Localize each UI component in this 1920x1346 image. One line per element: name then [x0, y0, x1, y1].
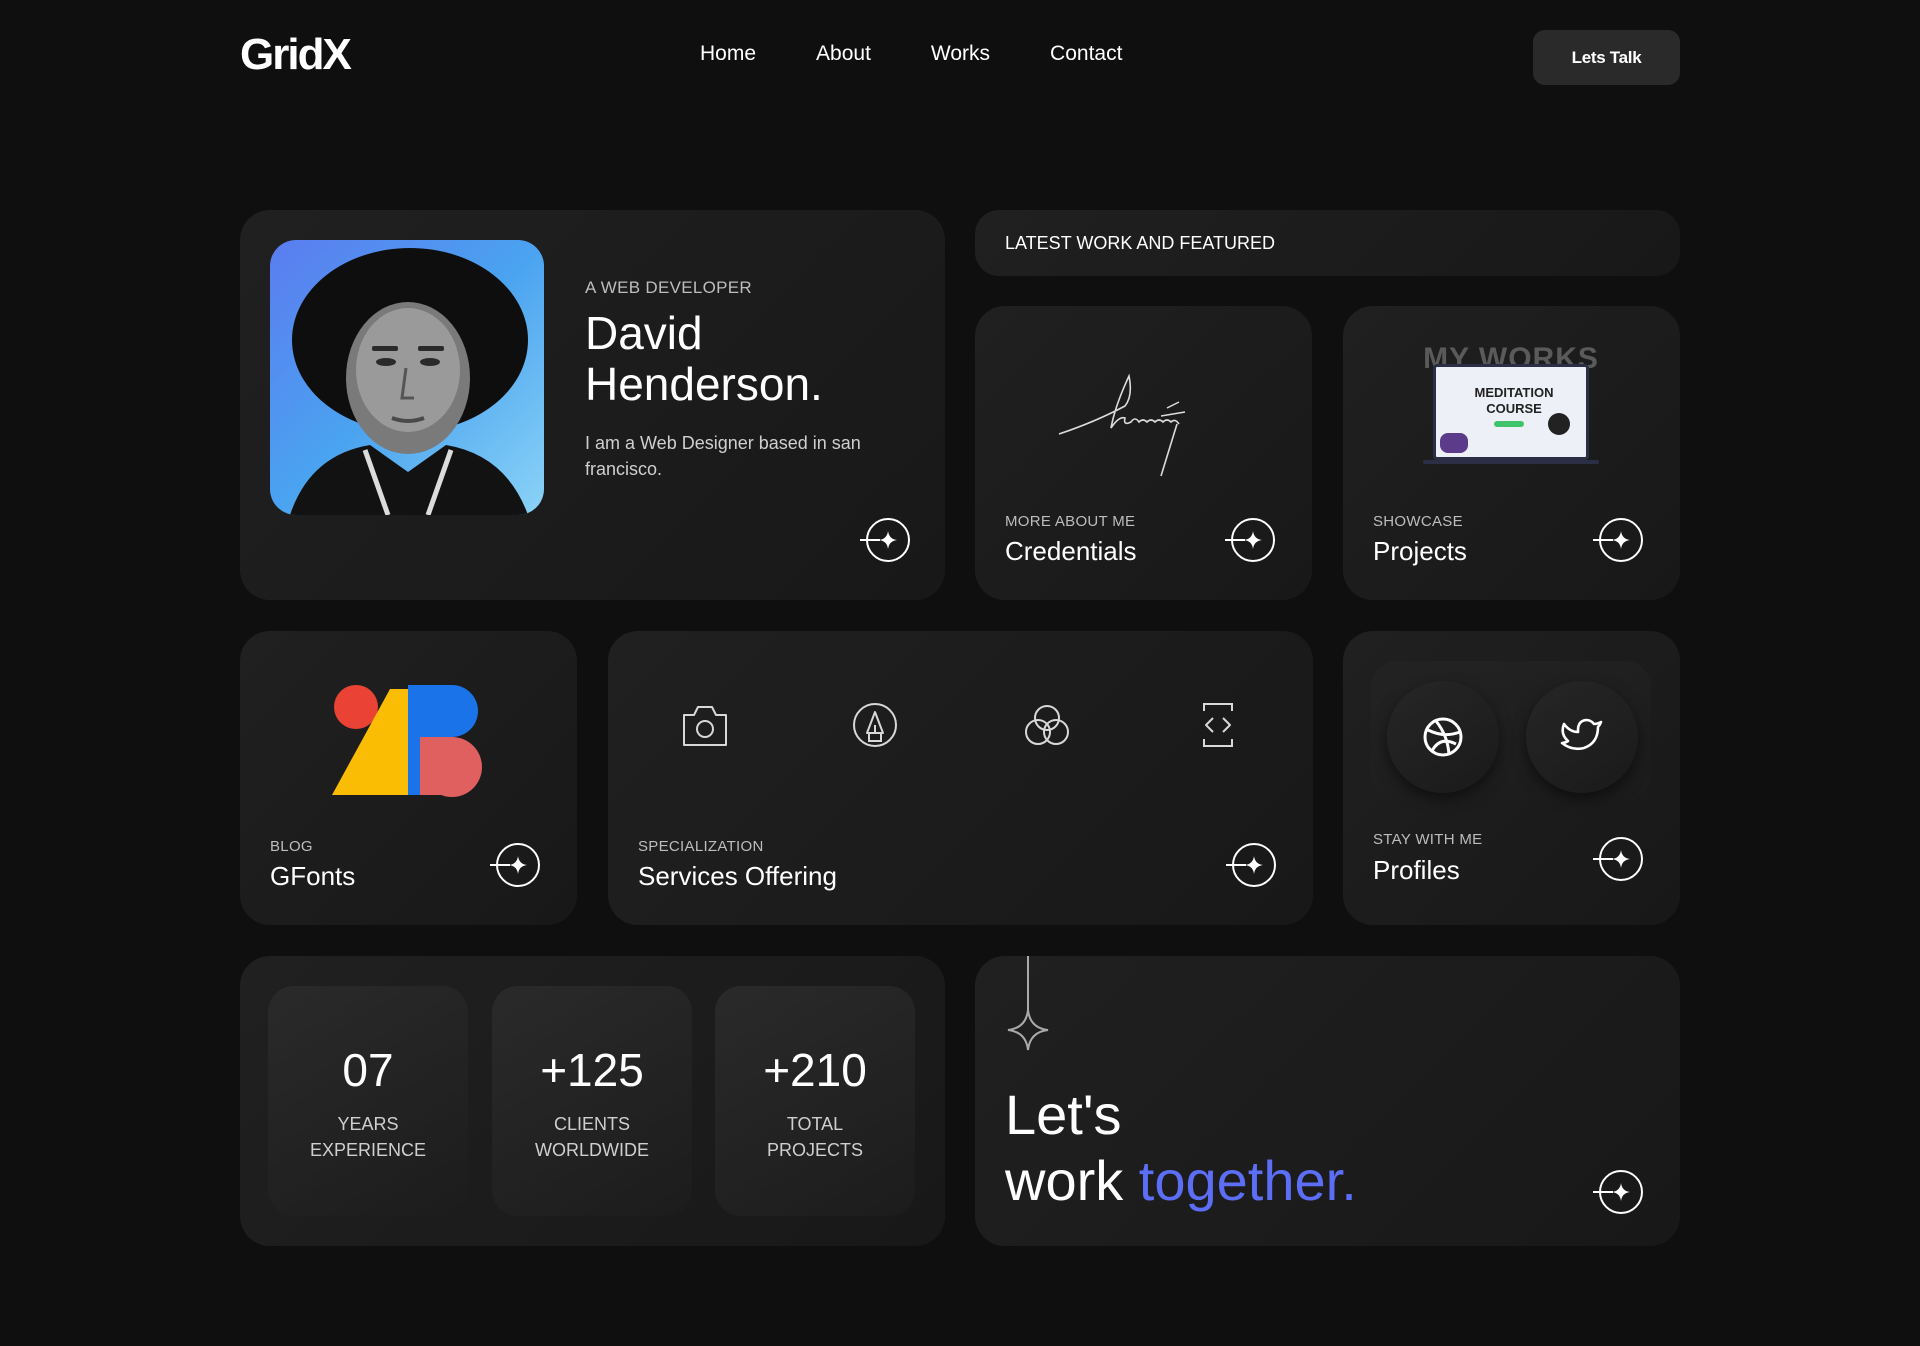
screen-pill — [1494, 421, 1524, 427]
blog-card[interactable]: BLOG GFonts — [240, 631, 577, 925]
credentials-card[interactable]: MORE ABOUT ME Credentials — [975, 306, 1312, 600]
stat-clients-value: +125 — [540, 1044, 644, 1096]
laptop-base — [1423, 460, 1599, 464]
stat-projects-label: TOTAL PROJECTS — [715, 1111, 915, 1163]
screen-blob — [1440, 433, 1468, 453]
code-icon — [1203, 703, 1233, 747]
twitter-icon — [1560, 718, 1603, 751]
sparkle-arrow-icon — [490, 843, 540, 887]
featured-banner-text: LATEST WORK AND FEATURED — [1005, 233, 1276, 253]
nav-contact[interactable]: Contact — [1050, 42, 1122, 66]
profile-arrow-button[interactable] — [858, 512, 914, 568]
twitter-button[interactable] — [1526, 681, 1638, 793]
profiles-card[interactable]: STAY WITH ME Profiles — [1343, 631, 1680, 925]
credentials-title: Credentials — [1005, 536, 1137, 566]
lets-talk-button[interactable]: Lets Talk — [1533, 30, 1680, 85]
stat-projects: +210 TOTAL PROJECTS — [715, 986, 915, 1216]
google-fonts-logo-icon — [332, 685, 482, 797]
profile-bio: I am a Web Designer based in san francis… — [585, 433, 861, 479]
main-nav: Home About Works Contact — [700, 42, 1122, 66]
projects-eyebrow: SHOWCASE — [1373, 513, 1463, 530]
projects-thumbnail: MY WORKS MEDITATION COURSE — [1411, 342, 1611, 464]
laptop-screen: MEDITATION COURSE — [1433, 364, 1589, 460]
stat-clients-label: CLIENTS WORLDWIDE — [492, 1111, 692, 1163]
sparkle-line-icon — [1007, 956, 1049, 1051]
blog-arrow-button[interactable] — [488, 837, 544, 893]
stat-years-label-line2: EXPERIENCE — [309, 1140, 427, 1161]
stat-years-label-line1: YEARS — [337, 1114, 399, 1134]
dribbble-button[interactable] — [1387, 681, 1499, 793]
contact-cta-card[interactable]: Let's work together. — [975, 956, 1680, 1246]
stats-card: 07 YEARS EXPERIENCE +125 CLIENTS WORLDWI… — [240, 956, 945, 1246]
contact-arrow-button[interactable] — [1591, 1164, 1647, 1220]
sparkle-arrow-icon — [860, 518, 910, 562]
stat-years-value: 07 — [342, 1044, 394, 1096]
signature-icon — [1058, 373, 1186, 477]
nav-home[interactable]: Home — [700, 42, 756, 66]
stat-projects-label-line1: TOTAL — [786, 1114, 844, 1134]
cta-heading-plain: work — [1005, 1149, 1124, 1212]
profile-eyebrow: A WEB DEVELOPER — [585, 278, 752, 297]
screen-title-line2: COURSE — [1486, 401, 1542, 416]
cta-heading-line2: work together. — [1005, 1148, 1357, 1214]
profile-name-first: David — [585, 307, 703, 359]
screen-blob-2 — [1548, 413, 1570, 435]
blog-title: GFonts — [270, 861, 356, 891]
featured-banner: LATEST WORK AND FEATURED — [975, 210, 1680, 276]
profile-card[interactable]: A WEB DEVELOPER David Henderson. I am a … — [240, 210, 945, 600]
sparkle-arrow-icon — [1593, 518, 1643, 562]
projects-arrow-button[interactable] — [1591, 512, 1647, 568]
stat-clients-label-line1: CLIENTS — [553, 1114, 631, 1134]
profile-name-last: Henderson. — [585, 358, 823, 410]
color-circles-icon — [1025, 705, 1069, 745]
logo[interactable]: GridX — [240, 30, 352, 80]
camera-icon — [683, 706, 727, 746]
sparkle-arrow-icon — [1593, 1170, 1643, 1214]
cta-heading: Let's work together. — [1005, 1082, 1357, 1214]
pen-tool-icon — [853, 703, 897, 747]
cta-heading-accent: together. — [1138, 1149, 1357, 1212]
profiles-arrow-button[interactable] — [1591, 831, 1647, 887]
sparkle-arrow-icon — [1225, 518, 1275, 562]
avatar — [270, 240, 544, 515]
services-arrow-button[interactable] — [1224, 837, 1280, 893]
profiles-title: Profiles — [1373, 855, 1460, 885]
dribbble-icon — [1423, 717, 1463, 757]
cta-heading-line1: Let's — [1005, 1083, 1122, 1146]
services-title: Services Offering — [638, 861, 837, 891]
stat-years-label: YEARS EXPERIENCE — [268, 1111, 468, 1163]
projects-title: Projects — [1373, 536, 1467, 566]
projects-card[interactable]: MY WORKS MEDITATION COURSE SHOWCASE Proj… — [1343, 306, 1680, 600]
nav-works[interactable]: Works — [931, 42, 990, 66]
profiles-eyebrow: STAY WITH ME — [1373, 831, 1483, 848]
sparkle-arrow-icon — [1593, 837, 1643, 881]
blog-eyebrow: BLOG — [270, 838, 313, 855]
credentials-arrow-button[interactable] — [1223, 512, 1279, 568]
profile-name: David Henderson. — [585, 308, 823, 410]
nav-about[interactable]: About — [816, 42, 871, 66]
laptop-screen-title: MEDITATION COURSE — [1464, 385, 1564, 417]
services-eyebrow: SPECIALIZATION — [638, 838, 764, 855]
stat-years: 07 YEARS EXPERIENCE — [268, 986, 468, 1216]
services-card[interactable]: SPECIALIZATION Services Offering — [608, 631, 1313, 925]
sparkle-arrow-icon — [1226, 843, 1276, 887]
stat-clients: +125 CLIENTS WORLDWIDE — [492, 986, 692, 1216]
screen-title-line1: MEDITATION — [1474, 385, 1554, 400]
stat-clients-label-line2: WORLDWIDE — [535, 1140, 649, 1161]
stat-projects-label-line2: PROJECTS — [766, 1140, 863, 1161]
stat-projects-value: +210 — [763, 1044, 867, 1096]
credentials-eyebrow: MORE ABOUT ME — [1005, 513, 1136, 530]
